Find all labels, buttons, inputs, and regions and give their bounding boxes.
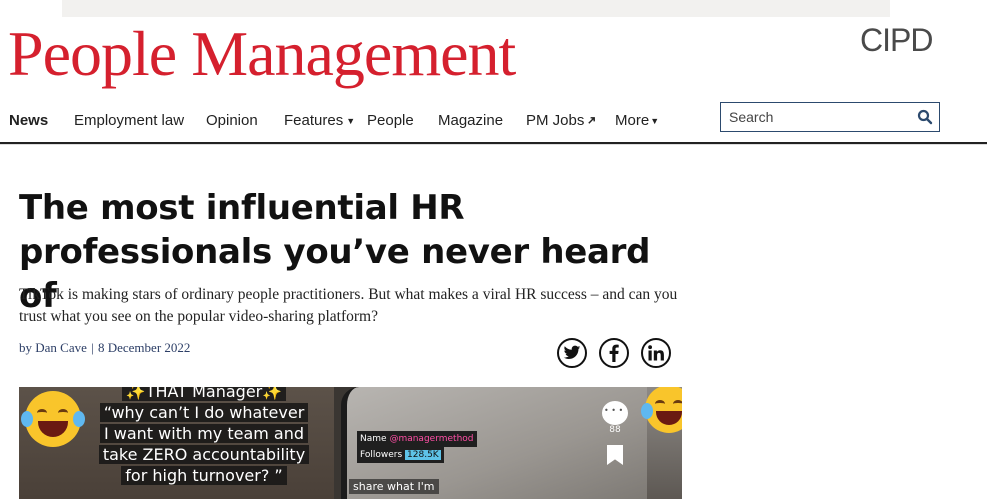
tiktok-side-actions: 88 bbox=[602, 401, 628, 465]
article-standfirst: TikTok is making stars of ordinary peopl… bbox=[19, 286, 678, 325]
comment-count: 88 bbox=[609, 425, 621, 435]
top-ad-strip bbox=[62, 0, 890, 17]
nav-label: PM Jobs bbox=[526, 112, 585, 129]
share-twitter-button[interactable] bbox=[557, 338, 587, 368]
search-box bbox=[720, 102, 940, 132]
emoji-eye bbox=[655, 400, 665, 408]
main-nav: News Employment law Opinion Features ▼ Pe… bbox=[0, 112, 700, 134]
nav-item-features[interactable]: Features ▼ bbox=[284, 112, 355, 129]
nav-item-employment-law[interactable]: Employment law bbox=[74, 112, 184, 129]
followers-value: 128.5K bbox=[405, 450, 441, 460]
linkedin-icon bbox=[648, 345, 664, 361]
emoji-tear bbox=[21, 411, 33, 427]
byline-prefix: by bbox=[19, 340, 32, 355]
article-byline: by Dan Cave | 8 December 2022 bbox=[19, 340, 190, 356]
emoji-tear bbox=[73, 411, 85, 427]
name-label: Name bbox=[360, 434, 387, 444]
emoji-eye bbox=[673, 400, 682, 408]
emoji-mouth bbox=[656, 411, 682, 425]
nav-label: Employment law bbox=[74, 112, 185, 129]
profile-followers-row: Followers 128.5K bbox=[357, 447, 444, 463]
profile-name-row: Name @managermethod bbox=[357, 431, 477, 447]
nav-item-opinion[interactable]: Opinion bbox=[206, 112, 258, 129]
publish-date: 8 December 2022 bbox=[97, 340, 191, 355]
byline-separator: | bbox=[91, 340, 94, 355]
name-value: @managermethod bbox=[389, 434, 474, 444]
nav-item-magazine[interactable]: Magazine bbox=[438, 112, 503, 129]
emoji-mouth bbox=[38, 421, 68, 437]
nav-label: Magazine bbox=[438, 112, 504, 129]
nav-item-pm-jobs[interactable]: PM Jobs bbox=[526, 112, 596, 129]
caption-line: I want with my team and bbox=[99, 424, 309, 443]
nav-label: Opinion bbox=[206, 112, 258, 129]
nav-label: People bbox=[367, 112, 414, 129]
comment-icon bbox=[602, 401, 628, 425]
twitter-icon bbox=[563, 345, 581, 359]
nav-label: News bbox=[9, 112, 49, 129]
emoji-eye bbox=[37, 409, 47, 417]
share-facebook-button[interactable] bbox=[599, 338, 629, 368]
nav-label: Features bbox=[284, 112, 344, 129]
tiktok-profile-overlay: Name @managermethod Followers 128.5K bbox=[357, 431, 477, 463]
facebook-icon bbox=[609, 344, 619, 362]
search-icon[interactable] bbox=[917, 109, 933, 125]
caret-down-icon: ▼ bbox=[650, 116, 660, 127]
caret-down-icon: ▼ bbox=[346, 116, 356, 127]
hero-caption: ✨THAT Manager✨ “why can’t I do whatever … bbox=[89, 387, 319, 486]
hero-share-text: share what I'm bbox=[349, 479, 439, 494]
nav-item-news[interactable]: News bbox=[9, 112, 48, 129]
laughing-emoji-icon bbox=[21, 391, 85, 447]
caption-line: take ZERO accountability bbox=[98, 445, 310, 464]
nav-label: More bbox=[615, 112, 650, 129]
emoji-tear bbox=[641, 403, 653, 419]
search-input[interactable] bbox=[721, 103, 919, 131]
cipd-logo[interactable]: CIPD bbox=[860, 22, 933, 59]
emoji-eye bbox=[58, 409, 68, 417]
author-link[interactable]: Dan Cave bbox=[35, 340, 87, 355]
caption-line: ✨THAT Manager✨ bbox=[121, 387, 287, 401]
site-logo[interactable]: People Management bbox=[8, 18, 516, 90]
caption-line: for high turnover? ” bbox=[121, 466, 287, 485]
share-linkedin-button[interactable] bbox=[641, 338, 671, 368]
header-divider-shadow bbox=[0, 144, 987, 145]
nav-item-people[interactable]: People bbox=[367, 112, 414, 129]
hero-image: ✨THAT Manager✨ “why can’t I do whatever … bbox=[19, 387, 682, 499]
followers-label: Followers bbox=[360, 450, 403, 460]
bookmark-icon bbox=[607, 445, 623, 465]
external-link-icon bbox=[588, 117, 596, 124]
nav-item-more[interactable]: More▼ bbox=[615, 112, 659, 129]
caption-line: “why can’t I do whatever bbox=[99, 403, 309, 422]
